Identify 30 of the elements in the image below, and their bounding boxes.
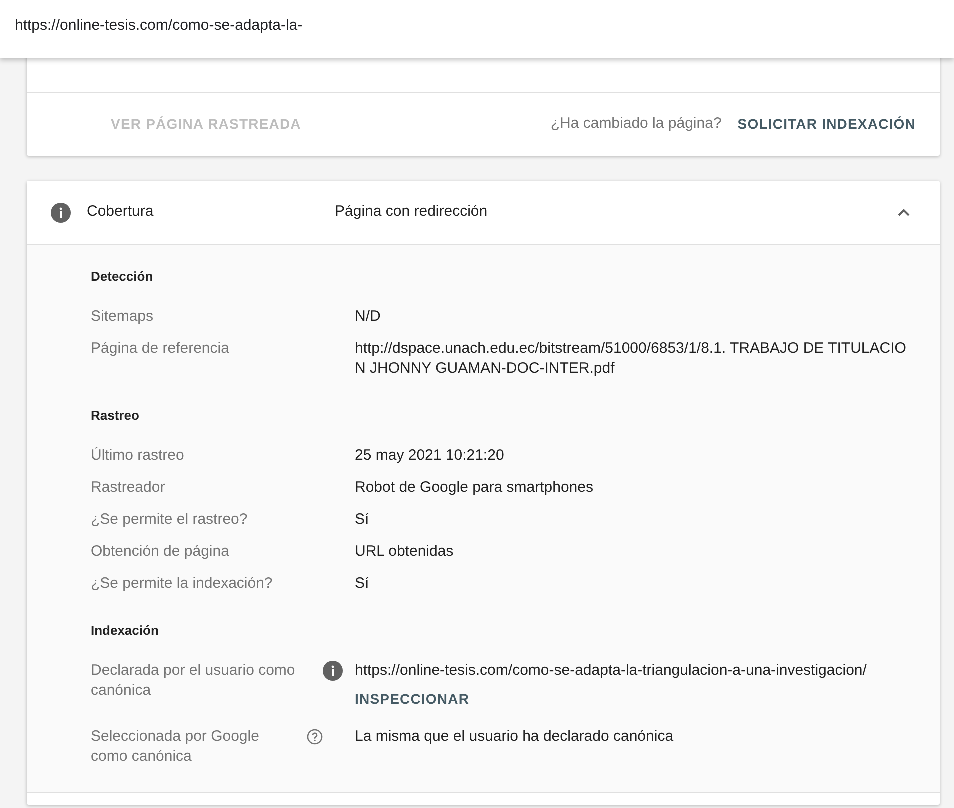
request-indexing-button[interactable]: SOLICITAR INDEXACIÓN bbox=[738, 108, 916, 141]
field-label: Rastreador bbox=[91, 478, 166, 498]
field-value: http://dspace.unach.edu.ec/bitstream/51000/6853/1/8.1. TRABAJO DE TITULACIO N JHONNY GUAMAN-DOC-INTER.pdf bbox=[355, 339, 908, 379]
coverage-status: Página con redirección bbox=[335, 202, 488, 222]
section-heading: Rastreo bbox=[91, 407, 140, 425]
question-text: ¿Ha cambiado la página? bbox=[550, 114, 722, 134]
field-label: Sitemaps bbox=[91, 307, 155, 327]
inspect-button[interactable]: INSPECCIONAR bbox=[355, 685, 470, 713]
field-label: Seleccionada por Google como canónica bbox=[91, 727, 260, 767]
field-label: Declarada por el usuario como canónica bbox=[91, 661, 296, 701]
field-label: Último rastreo bbox=[91, 446, 186, 466]
field-value: La misma que el usuario ha declarado canónica bbox=[355, 727, 674, 747]
field-value: Sí bbox=[355, 574, 370, 594]
field-label: Página de referencia bbox=[91, 339, 230, 359]
field-value: https://online-tesis.com/como-se-adapta-la-triangulacion-a-una-investigacion/ bbox=[355, 661, 867, 681]
field-value: Sí bbox=[355, 510, 370, 530]
field-value: Robot de Google para smartphones bbox=[355, 478, 594, 498]
field-label: Obtención de página bbox=[91, 542, 230, 562]
section-heading: Detección bbox=[91, 268, 154, 286]
field-label: ¿Se permite el rastreo? bbox=[91, 510, 249, 530]
section-title: Cobertura bbox=[86, 202, 155, 222]
address-url: https://online-tesis.com/como-se-adapta-la- bbox=[15, 17, 303, 34]
field-value: N/D bbox=[355, 307, 381, 327]
section-heading: Indexación bbox=[91, 622, 160, 640]
field-label: ¿Se permite la indexación? bbox=[91, 574, 274, 594]
help-icon bbox=[307, 729, 323, 745]
field-value: 25 may 2021 10:21:20 bbox=[355, 446, 504, 466]
field-value: URL obtenidas bbox=[355, 542, 454, 562]
info-icon bbox=[51, 202, 71, 222]
info-icon bbox=[323, 661, 343, 681]
